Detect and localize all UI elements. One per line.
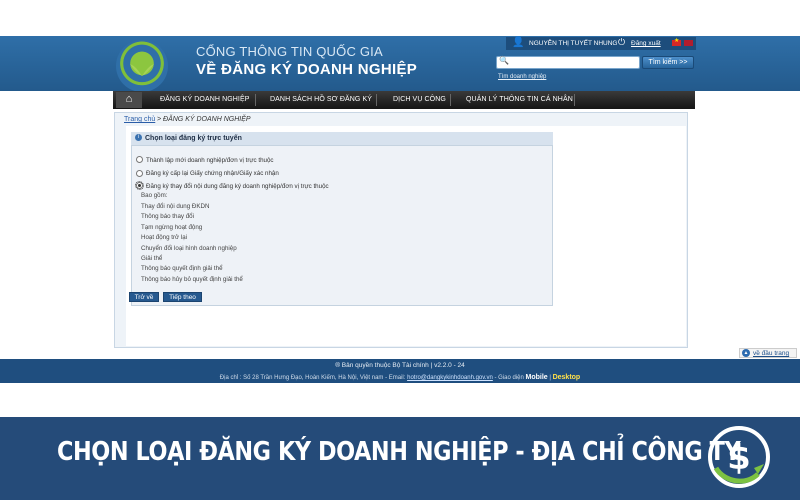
- nav-item-public-services[interactable]: DỊCH VỤ CÔNG: [393, 96, 446, 103]
- vietnamese-flag-icon[interactable]: [672, 37, 681, 46]
- banner-title: CHỌN LOẠI ĐĂNG KÝ DOANH NGHIỆP - ĐỊA CHỈ…: [57, 437, 741, 467]
- includes-label: Bao gồm:: [141, 192, 168, 199]
- breadcrumb-current: > ĐĂNG KÝ DOANH NGHIỆP: [157, 116, 251, 123]
- logout-link[interactable]: Đăng xuất: [631, 40, 661, 47]
- search-icon: 🔍: [499, 56, 509, 65]
- english-flag-icon[interactable]: [684, 40, 693, 46]
- user-icon: 👤: [512, 37, 525, 48]
- sub-item: Giải thể: [141, 255, 163, 262]
- find-business-link[interactable]: Tìm doanh nghiệp: [498, 74, 546, 80]
- back-to-top-link[interactable]: về đầu trang: [753, 350, 789, 357]
- sub-item: Thông báo quyết định giải thể: [141, 265, 223, 272]
- interface-label: - Giao diện: [492, 375, 526, 381]
- search-button[interactable]: Tìm kiếm >>: [642, 56, 694, 69]
- copyright-text: ® Bản quyền thuộc Bộ Tài chính | v2.2.0 …: [335, 362, 465, 369]
- nav-item-personal-info[interactable]: QUẢN LÝ THÔNG TIN CÁ NHÂN: [466, 96, 573, 103]
- info-icon: i: [135, 134, 142, 141]
- power-icon[interactable]: ⏻: [618, 37, 625, 48]
- search-input[interactable]: [496, 56, 640, 69]
- next-button[interactable]: Tiếp theo: [163, 292, 202, 302]
- portal-title-line1: CỔNG THÔNG TIN QUỐC GIA: [196, 44, 383, 59]
- sub-item: Thông báo hủy bỏ quyết định giải thể: [141, 276, 243, 283]
- top-strip: [0, 0, 800, 36]
- mobile-view-link[interactable]: Mobile: [526, 374, 548, 381]
- radio-reissue-certificate[interactable]: [136, 170, 143, 177]
- address-text: Địa chỉ : Số 28 Trần Hưng Đạo, Hoàn Kiếm…: [219, 375, 408, 381]
- portal-title-line2: VỀ ĐĂNG KÝ DOANH NGHIỆP: [196, 61, 418, 78]
- footer-address: Địa chỉ : Số 28 Trần Hưng Đạo, Hoàn Kiếm…: [0, 374, 800, 381]
- sub-item: Hoạt động trở lại: [141, 234, 188, 241]
- option-label-new-business[interactable]: Thành lập mới doanh nghiệp/đơn vị trực t…: [146, 157, 274, 164]
- radio-change-registration[interactable]: [135, 181, 144, 190]
- form-title: Chọn loại đăng ký trực tuyến: [145, 135, 242, 142]
- banner-spacer: [0, 383, 800, 417]
- nav-divider: [376, 94, 377, 106]
- option-label-reissue-certificate[interactable]: Đăng ký cấp lại Giấy chứng nhận/Giấy xác…: [146, 170, 279, 177]
- svg-text:$: $: [727, 438, 751, 478]
- arrow-up-icon[interactable]: ▲: [742, 349, 750, 357]
- sub-item: Thay đổi nội dung ĐKDN: [141, 203, 210, 210]
- radio-new-business[interactable]: [136, 156, 143, 163]
- option-label-change-registration[interactable]: Đăng ký thay đổi nội dung đăng ký doanh …: [146, 183, 329, 190]
- email-link[interactable]: hotro@dangkykinhdoanh.gov.vn: [407, 375, 493, 381]
- user-name[interactable]: NGUYỄN THỊ TUYẾT NHUNG: [529, 40, 617, 47]
- nav-item-application-list[interactable]: DANH SÁCH HỒ SƠ ĐĂNG KÝ: [270, 96, 372, 103]
- breadcrumb-home-link[interactable]: Trang chủ: [124, 116, 155, 123]
- nav-divider: [450, 94, 451, 106]
- back-button[interactable]: Trở về: [129, 292, 159, 302]
- nav-divider: [574, 94, 575, 106]
- home-icon[interactable]: ⌂: [116, 92, 142, 108]
- dollar-coin-logo-icon: $: [708, 426, 770, 488]
- sub-item: Thông báo thay đổi: [141, 213, 194, 220]
- sub-item: Tạm ngừng hoạt động: [141, 224, 203, 231]
- nav-item-register-business[interactable]: ĐĂNG KÝ DOANH NGHIỆP: [160, 96, 250, 103]
- portal-logo[interactable]: [116, 40, 168, 92]
- desktop-view-link[interactable]: Desktop: [553, 374, 581, 381]
- sub-item: Chuyển đổi loại hình doanh nghiệp: [141, 245, 237, 252]
- nav-divider: [255, 94, 256, 106]
